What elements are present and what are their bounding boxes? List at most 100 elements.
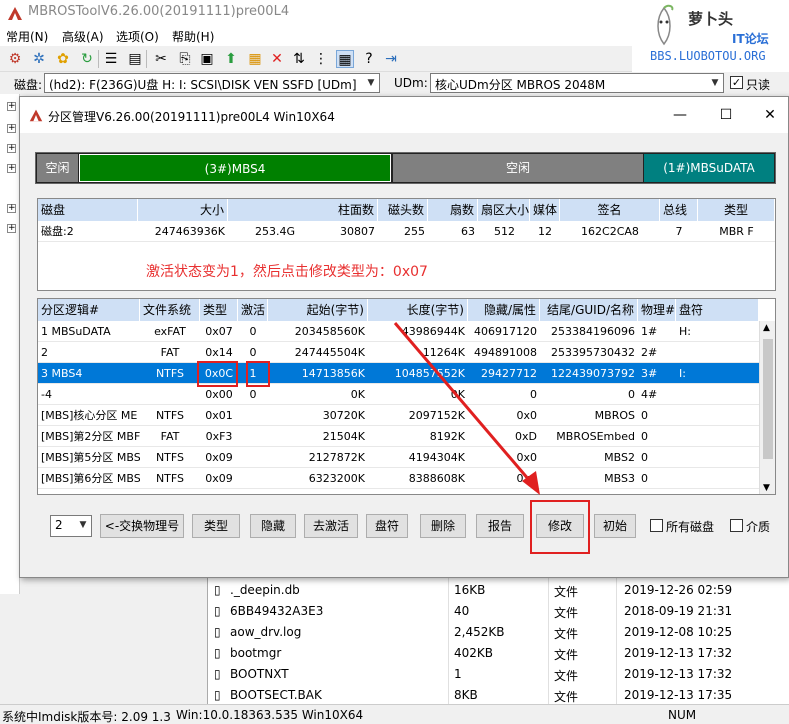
type-highlight bbox=[197, 361, 238, 387]
disk-row[interactable]: 磁盘:2 247463936K 253.4G 30807 255 63 512 … bbox=[38, 221, 775, 242]
expand-icon[interactable]: + bbox=[7, 204, 16, 213]
partition-cell: 0 bbox=[641, 451, 648, 464]
dialog-title: 分区管理V6.26.00(20191111)pre00L4 Win10X64 bbox=[48, 110, 335, 124]
delete-x-icon[interactable]: ✕ bbox=[268, 50, 286, 68]
file-row[interactable]: ▯ aow_drv.log 2,452KB 文件 2019-12-08 10:25 bbox=[208, 622, 789, 643]
partition-cell: 0x00 bbox=[205, 388, 233, 401]
swap-icon[interactable]: ⇅ bbox=[290, 50, 308, 68]
file-row[interactable]: ▯ 6BB49432A3E3 40 文件 2018-09-19 21:31 bbox=[208, 601, 789, 622]
delete-button[interactable]: 删除 bbox=[420, 514, 466, 538]
file-row[interactable]: ▯ BOOTNXT 1 文件 2019-12-13 17:32 bbox=[208, 664, 789, 685]
expand-icon[interactable]: + bbox=[7, 224, 16, 233]
report-button[interactable]: 报告 bbox=[476, 514, 524, 538]
app-logo-icon bbox=[6, 4, 24, 22]
strip-mbsudata[interactable]: (1#)MBSuDATA bbox=[644, 154, 774, 182]
file-row[interactable]: ▯ bootmgr 402KB 文件 2019-12-13 17:32 bbox=[208, 643, 789, 664]
lock-icon[interactable]: ▦ bbox=[246, 50, 264, 68]
partition-cell: 14713856K bbox=[301, 367, 365, 380]
media-label: 介质 bbox=[746, 520, 771, 534]
partition-cell: exFAT bbox=[154, 325, 186, 338]
scissors-icon[interactable]: ✂ bbox=[152, 50, 170, 68]
deactivate-button[interactable]: 去激活 bbox=[304, 514, 358, 538]
drive-letter-button[interactable]: 盘符 bbox=[366, 514, 408, 538]
partition-cell: 2 bbox=[41, 346, 48, 359]
media-checkbox[interactable] bbox=[730, 519, 743, 532]
scroll-thumb[interactable] bbox=[763, 339, 773, 459]
disk-selector-bar: 磁盘: (hd2): F(236G)U盘 H: I: SCSI\DISK VEN… bbox=[0, 72, 789, 94]
partition-cell: 0x07 bbox=[205, 325, 233, 338]
udm-combo[interactable]: 核心UDm分区 MBROS 2048M ▼ bbox=[430, 73, 724, 93]
partition-cell: 0xF3 bbox=[205, 430, 233, 443]
expand-icon[interactable]: + bbox=[7, 124, 16, 133]
partition-cell: 247445504K bbox=[294, 346, 365, 359]
partition-cell: 3 MBS4 bbox=[41, 367, 83, 380]
strip-free-2[interactable]: 空闲 bbox=[393, 154, 643, 182]
chevron-down-icon: ▼ bbox=[75, 516, 91, 534]
modify-button[interactable]: 修改 bbox=[536, 514, 584, 538]
paste-icon[interactable]: ▣ bbox=[198, 50, 216, 68]
file-row[interactable]: ▯ BOOTSECT.BAK 8KB 文件 2019-12-13 17:35 bbox=[208, 685, 789, 706]
watermark-logo: 萝卜头 IT论坛 BBS.LUOBOTOU.ORG bbox=[632, 0, 789, 72]
partition-cell: 253395730432 bbox=[551, 346, 635, 359]
scroll-up-icon: ▲ bbox=[763, 323, 770, 333]
all-disks-checkbox[interactable] bbox=[650, 519, 663, 532]
partition-cell bbox=[676, 405, 759, 426]
minimize-icon[interactable]: — bbox=[670, 107, 690, 123]
numlock-indicator: NUM bbox=[668, 708, 697, 722]
up-arrow-icon[interactable]: ⬆ bbox=[222, 50, 240, 68]
partition-cell: 0x09 bbox=[205, 472, 233, 485]
partition-cell: NTFS bbox=[155, 409, 185, 422]
file-list: ▯ ._deepin.db 16KB 文件 2019-12-26 02:59 ▯ 6B… bbox=[207, 578, 789, 708]
init-button[interactable]: 初始 bbox=[594, 514, 636, 538]
partition-cell: 1# bbox=[641, 325, 658, 338]
close-icon[interactable]: ✕ bbox=[760, 107, 780, 123]
maximize-icon[interactable]: ☐ bbox=[716, 107, 736, 123]
expand-icon[interactable]: + bbox=[7, 164, 16, 173]
menu-advanced[interactable]: 高级(A) bbox=[62, 28, 104, 45]
disk-table-header: 磁盘 大小 柱面数 磁头数 扇数 扇区大小 媒体 签名 总线 类型 bbox=[38, 199, 775, 221]
partition-cell: NTFS bbox=[155, 451, 185, 464]
document-icon[interactable]: ▤ bbox=[126, 50, 144, 68]
swap-physical-button[interactable]: <-交换物理号 bbox=[100, 514, 184, 538]
menu-common[interactable]: 常用(N) bbox=[6, 28, 48, 45]
copy-icon[interactable]: ⎘ bbox=[176, 50, 194, 68]
partition-cell: 203458560K bbox=[294, 325, 365, 338]
menu-help[interactable]: 帮助(H) bbox=[172, 28, 214, 45]
type-button[interactable]: 类型 bbox=[192, 514, 240, 538]
grid-icon[interactable]: ▦ bbox=[336, 50, 354, 68]
readonly-label: 只读 bbox=[746, 78, 771, 92]
puzzle-icon[interactable]: ✿ bbox=[54, 50, 72, 68]
partition-cell: MBROSEmbed bbox=[556, 430, 635, 443]
partition-cell bbox=[238, 405, 268, 426]
partition-scrollbar[interactable]: ▲ ▼ bbox=[759, 321, 775, 494]
partition-cell: -4 bbox=[41, 388, 52, 401]
file-row[interactable]: ▯ ._deepin.db 16KB 文件 2019-12-26 02:59 bbox=[208, 580, 789, 601]
list-icon[interactable]: ☰ bbox=[102, 50, 120, 68]
physical-number-select[interactable]: 2 ▼ bbox=[50, 515, 92, 537]
hide-button[interactable]: 隐藏 bbox=[250, 514, 296, 538]
partition-table-header: 分区逻辑# 文件系统 类型 激活 起始(字节) 长度(字节) 隐藏/属性 结尾/… bbox=[38, 299, 759, 321]
strip-free-1[interactable]: 空闲 bbox=[37, 154, 78, 182]
partition-cell: 122439073792 bbox=[551, 367, 635, 380]
expand-icon[interactable]: + bbox=[7, 144, 16, 153]
refresh-icon[interactable]: ↻ bbox=[78, 50, 96, 68]
tree-icon[interactable]: ⋮ bbox=[312, 50, 330, 68]
disk-combo[interactable]: (hd2): F(236G)U盘 H: I: SCSI\DISK VEN SSF… bbox=[44, 73, 380, 93]
partition-cell bbox=[238, 447, 268, 468]
readonly-checkbox[interactable]: ✓ bbox=[730, 76, 743, 89]
strip-mbs4[interactable]: (3#)MBS4 bbox=[79, 154, 391, 182]
gear-settings-icon[interactable]: ✲ bbox=[30, 50, 48, 68]
menu-options[interactable]: 选项(O) bbox=[116, 28, 159, 45]
help-icon[interactable]: ? bbox=[360, 50, 378, 68]
partition-cell: 0x09 bbox=[205, 451, 233, 464]
expand-icon[interactable]: + bbox=[7, 102, 16, 111]
partition-cell: 253384196096 bbox=[551, 325, 635, 338]
partition-cell: 2# bbox=[641, 346, 658, 359]
partition-manager-dialog: 分区管理V6.26.00(20191111)pre00L4 Win10X64 —… bbox=[19, 96, 789, 578]
exit-icon[interactable]: ⇥ bbox=[382, 50, 400, 68]
chevron-down-icon: ▼ bbox=[707, 74, 723, 92]
gear-icon[interactable]: ⚙ bbox=[6, 50, 24, 68]
partition-cell: 6323200K bbox=[308, 472, 365, 485]
partition-cell: FAT bbox=[160, 430, 180, 443]
partition-cell bbox=[238, 468, 268, 489]
